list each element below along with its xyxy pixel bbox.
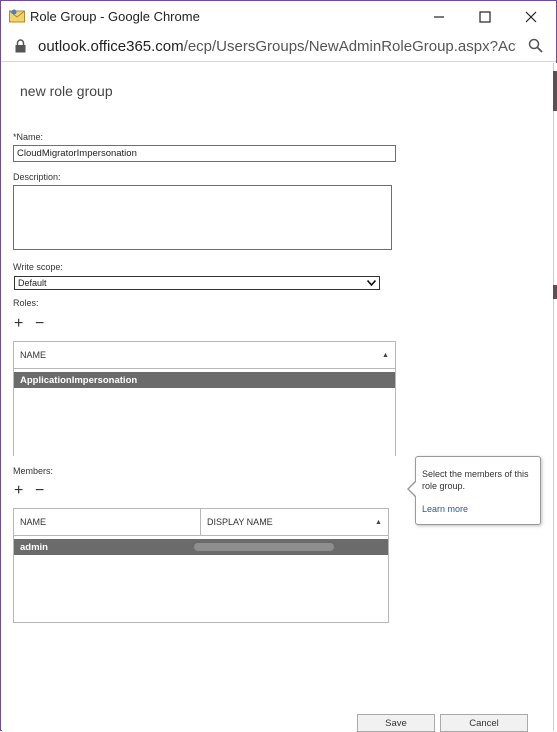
url-domain: outlook.office365.com bbox=[38, 38, 184, 55]
dialog-content: new role group *Name: Description: Write… bbox=[2, 63, 553, 731]
cancel-button[interactable]: Cancel bbox=[440, 714, 528, 732]
members-label: Members: bbox=[13, 466, 54, 476]
write-scope-value: Default bbox=[18, 278, 47, 288]
maximize-button[interactable] bbox=[462, 1, 508, 32]
write-scope-select[interactable]: Default bbox=[14, 276, 380, 290]
background-page-edge-dark bbox=[553, 285, 557, 299]
url-text[interactable]: outlook.office365.com/ecp/UsersGroups/Ne… bbox=[38, 38, 516, 55]
callout-pointer-fill bbox=[409, 481, 417, 497]
help-callout: Select the members of this role group. L… bbox=[415, 456, 541, 525]
column-header-name-label: NAME bbox=[20, 350, 47, 360]
title-bar: Role Group - Google Chrome bbox=[1, 1, 556, 32]
roles-grid-header: NAME ▲ bbox=[14, 342, 395, 369]
column-header-display-name[interactable]: DISPLAY NAME bbox=[201, 509, 388, 535]
callout-text: Select the members of this role group. bbox=[422, 469, 529, 491]
members-grid: NAME DISPLAY NAME ▲ admin bbox=[13, 508, 389, 623]
learn-more-link[interactable]: Learn more bbox=[422, 504, 468, 514]
column-header-name[interactable]: NAME bbox=[14, 342, 395, 368]
redacted-display-name bbox=[194, 543, 334, 551]
sort-ascending-icon[interactable]: ▲ bbox=[382, 352, 389, 359]
roles-grid: NAME ▲ ApplicationImpersonation bbox=[13, 341, 396, 456]
page-title: new role group bbox=[20, 83, 113, 99]
sort-ascending-icon[interactable]: ▲ bbox=[375, 519, 382, 526]
close-button[interactable] bbox=[508, 1, 554, 32]
column-header-display-name-label: DISPLAY NAME bbox=[207, 517, 273, 527]
write-scope-label: Write scope: bbox=[13, 262, 63, 272]
table-row[interactable]: admin bbox=[14, 539, 388, 555]
members-grid-header: NAME DISPLAY NAME ▲ bbox=[14, 509, 388, 536]
browser-window: Role Group - Google Chrome outlook.offic… bbox=[0, 0, 557, 732]
add-member-button[interactable]: + bbox=[14, 483, 23, 499]
chevron-down-icon bbox=[367, 280, 376, 286]
background-page-edge-dark bbox=[553, 71, 557, 111]
description-textarea[interactable] bbox=[13, 185, 392, 250]
zoom-icon[interactable] bbox=[528, 38, 543, 53]
remove-member-button[interactable]: − bbox=[35, 483, 44, 499]
minimize-button[interactable] bbox=[416, 1, 462, 32]
name-label: *Name: bbox=[13, 132, 44, 142]
member-name-cell: admin bbox=[20, 542, 48, 553]
remove-role-button[interactable]: − bbox=[35, 316, 44, 332]
column-header-name-label: NAME bbox=[20, 517, 47, 527]
close-icon bbox=[525, 11, 537, 22]
window-title: Role Group - Google Chrome bbox=[30, 9, 200, 24]
minimize-icon bbox=[434, 15, 444, 18]
outlook-envelope-icon bbox=[9, 9, 25, 23]
background-page-edge bbox=[553, 63, 557, 731]
name-input[interactable] bbox=[13, 145, 396, 162]
maximize-icon bbox=[479, 10, 491, 23]
address-bar[interactable]: outlook.office365.com/ecp/UsersGroups/Ne… bbox=[1, 32, 556, 62]
column-header-name[interactable]: NAME bbox=[14, 509, 201, 535]
table-row[interactable]: ApplicationImpersonation bbox=[14, 372, 395, 388]
description-label: Description: bbox=[13, 172, 61, 182]
add-role-button[interactable]: + bbox=[14, 316, 23, 332]
save-button[interactable]: Save bbox=[357, 714, 435, 732]
role-name-cell: ApplicationImpersonation bbox=[20, 375, 138, 386]
url-path: /ecp/UsersGroups/NewAdminRoleGroup.aspx?… bbox=[183, 38, 516, 55]
roles-label: Roles: bbox=[13, 298, 39, 308]
lock-icon bbox=[15, 39, 26, 53]
